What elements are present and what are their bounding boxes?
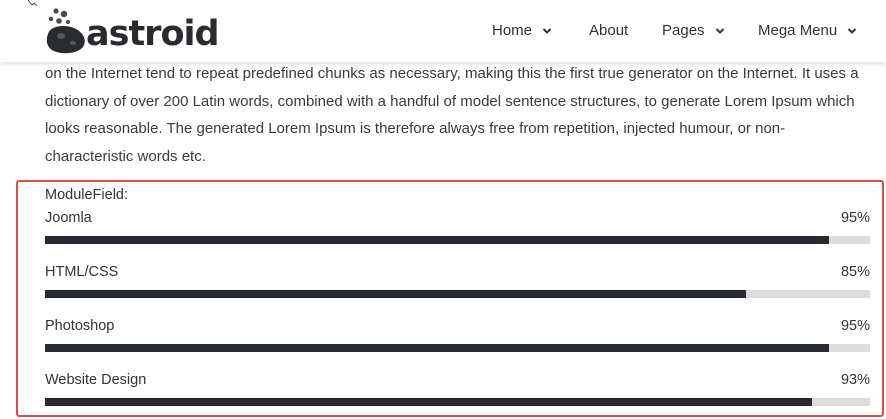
- paragraph-line: characteristic words etc.: [45, 147, 206, 165]
- progress-fill: [45, 398, 813, 406]
- nav-mega-menu[interactable]: Mega Menu: [758, 22, 857, 39]
- nav-home[interactable]: Home: [492, 22, 552, 39]
- paragraph-line: on the Internet tend to repeat predefine…: [45, 65, 859, 82]
- chevron-down-icon: [715, 27, 724, 34]
- skill-label: HTML/CSS: [45, 264, 119, 280]
- skill-percent: 93%: [840, 372, 870, 388]
- paragraph-line: dictionary of over 200 Latin words, comb…: [45, 92, 855, 110]
- site-header: astroid Home About Pages Mega Menu: [0, 0, 886, 62]
- mouse-cursor-icon: [28, 0, 38, 6]
- nav-pages[interactable]: Pages: [662, 22, 725, 39]
- progress-fill: [45, 236, 829, 244]
- progress-track: [45, 398, 870, 406]
- nav-about[interactable]: About: [589, 22, 628, 39]
- progress-track: [45, 236, 870, 244]
- site-logo[interactable]: astroid: [42, 6, 220, 56]
- nav-home-label: Home: [492, 22, 533, 39]
- skill-label: Joomla: [45, 210, 92, 226]
- progress-fill: [45, 344, 829, 352]
- nav-mega-menu-label: Mega Menu: [758, 22, 838, 39]
- asteroid-logo-icon: [46, 8, 85, 54]
- module-title: ModuleField:: [45, 187, 129, 203]
- chevron-down-icon: [848, 27, 857, 34]
- skill-label: Website Design: [45, 372, 147, 388]
- brand-name: astroid: [86, 14, 220, 54]
- nav-pages-label: Pages: [662, 22, 705, 39]
- skill-label: Photoshop: [45, 318, 115, 334]
- article-content: on the Internet tend to repeat predefine…: [45, 60, 870, 170]
- skill-percent: 85%: [840, 264, 870, 280]
- article-paragraph: on the Internet tend to repeat predefine…: [45, 60, 870, 170]
- skill-percent: 95%: [840, 318, 870, 334]
- progress-fill: [45, 290, 747, 298]
- chevron-down-icon: [542, 27, 552, 34]
- nav-about-label: About: [589, 22, 629, 39]
- progress-track: [45, 344, 870, 352]
- skill-percent: 95%: [840, 210, 870, 226]
- paragraph-line: looks reasonable. The generated Lorem Ip…: [45, 120, 786, 137]
- progress-track: [45, 290, 870, 298]
